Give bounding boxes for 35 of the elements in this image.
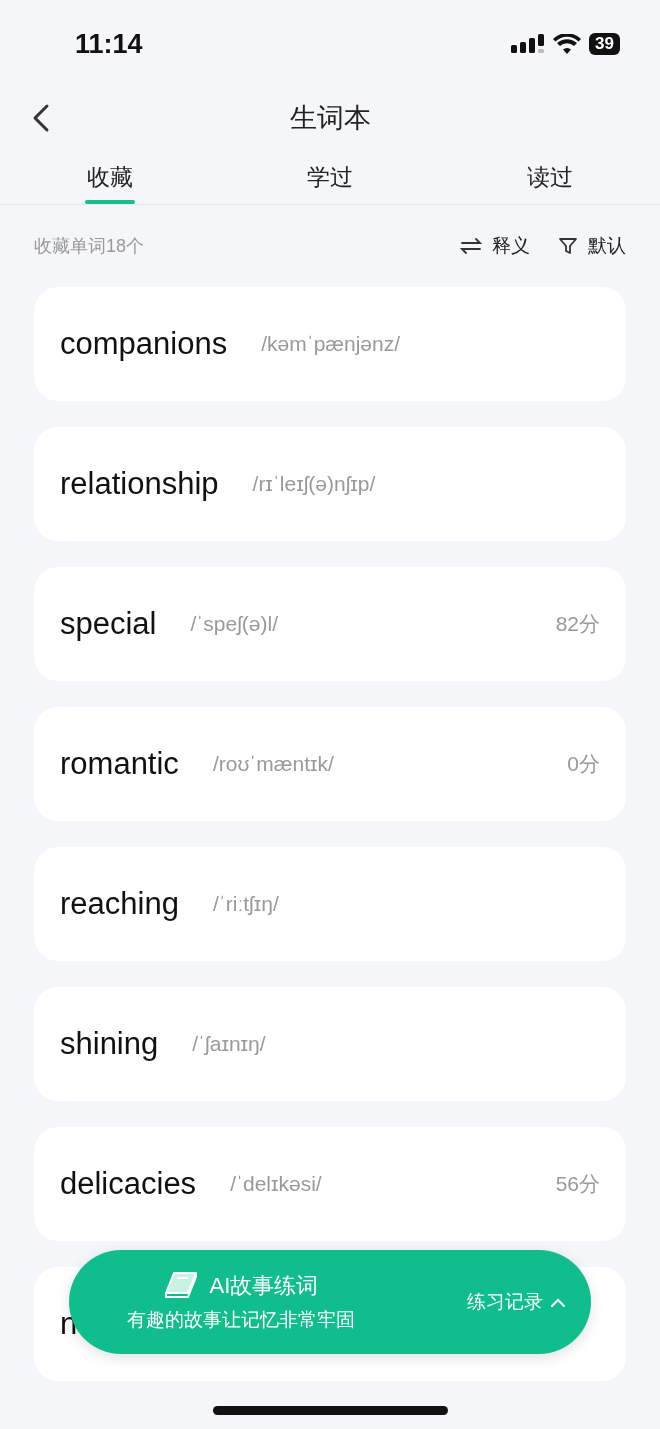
word-card[interactable]: reaching /ˈriːtʃɪŋ/ [34,847,626,961]
word-card[interactable]: special /ˈspeʃ(ə)l/ 82分 [34,567,626,681]
status-time: 11:14 [75,28,143,60]
phonetic-text: /ˈspeʃ(ə)l/ [190,612,280,636]
phonetic-text: /roʊˈmæntɪk/ [212,752,335,776]
swap-button[interactable]: 释义 [460,233,530,259]
practice-subtitle: 有趣的故事让记忆非常牢固 [127,1308,355,1332]
word-card[interactable]: delicacies /ˈdelɪkəsi/ 56分 [34,1127,626,1241]
word-text: special [60,606,157,642]
score-text: 56分 [555,1171,600,1197]
word-text: romantic [60,746,179,782]
word-text: companions [60,326,228,362]
score-text: 0分 [567,751,600,777]
phonetic-text: /ˈʃaɪnɪŋ/ [192,1032,267,1056]
word-card[interactable]: romantic /roʊˈmæntɪk/ 0分 [34,707,626,821]
word-text: reaching [60,886,179,922]
word-text: delicacies [60,1166,197,1202]
filter-button[interactable]: 默认 [558,233,626,259]
phonetic-text: /rɪˈleɪʃ(ə)nʃɪp/ [252,472,377,496]
tab[interactable]: 读过 [440,148,660,204]
word-card[interactable]: companions /kəmˈpænjənz/ [34,287,626,401]
word-text: relationship [60,466,219,502]
word-card[interactable]: shining /ˈʃaɪnɪŋ/ [34,987,626,1101]
word-count: 收藏单词18个 [34,235,145,258]
phonetic-text: /ˈdelɪkəsi/ [230,1172,323,1196]
word-text: shining [60,1026,159,1062]
tab[interactable]: 学过 [220,148,440,204]
phonetic-text: /kəmˈpænjənz/ [261,332,402,356]
score-text: 82分 [555,611,600,637]
word-card[interactable]: relationship /rɪˈleɪʃ(ə)nʃɪp/ [34,427,626,541]
practice-title: AI故事练词 [209,1272,319,1300]
page-title: 生词本 [289,102,371,135]
battery-level: 39 [589,33,620,55]
tab[interactable]: 收藏 [0,148,220,204]
phonetic-text: /ˈriːtʃɪŋ/ [212,892,280,916]
